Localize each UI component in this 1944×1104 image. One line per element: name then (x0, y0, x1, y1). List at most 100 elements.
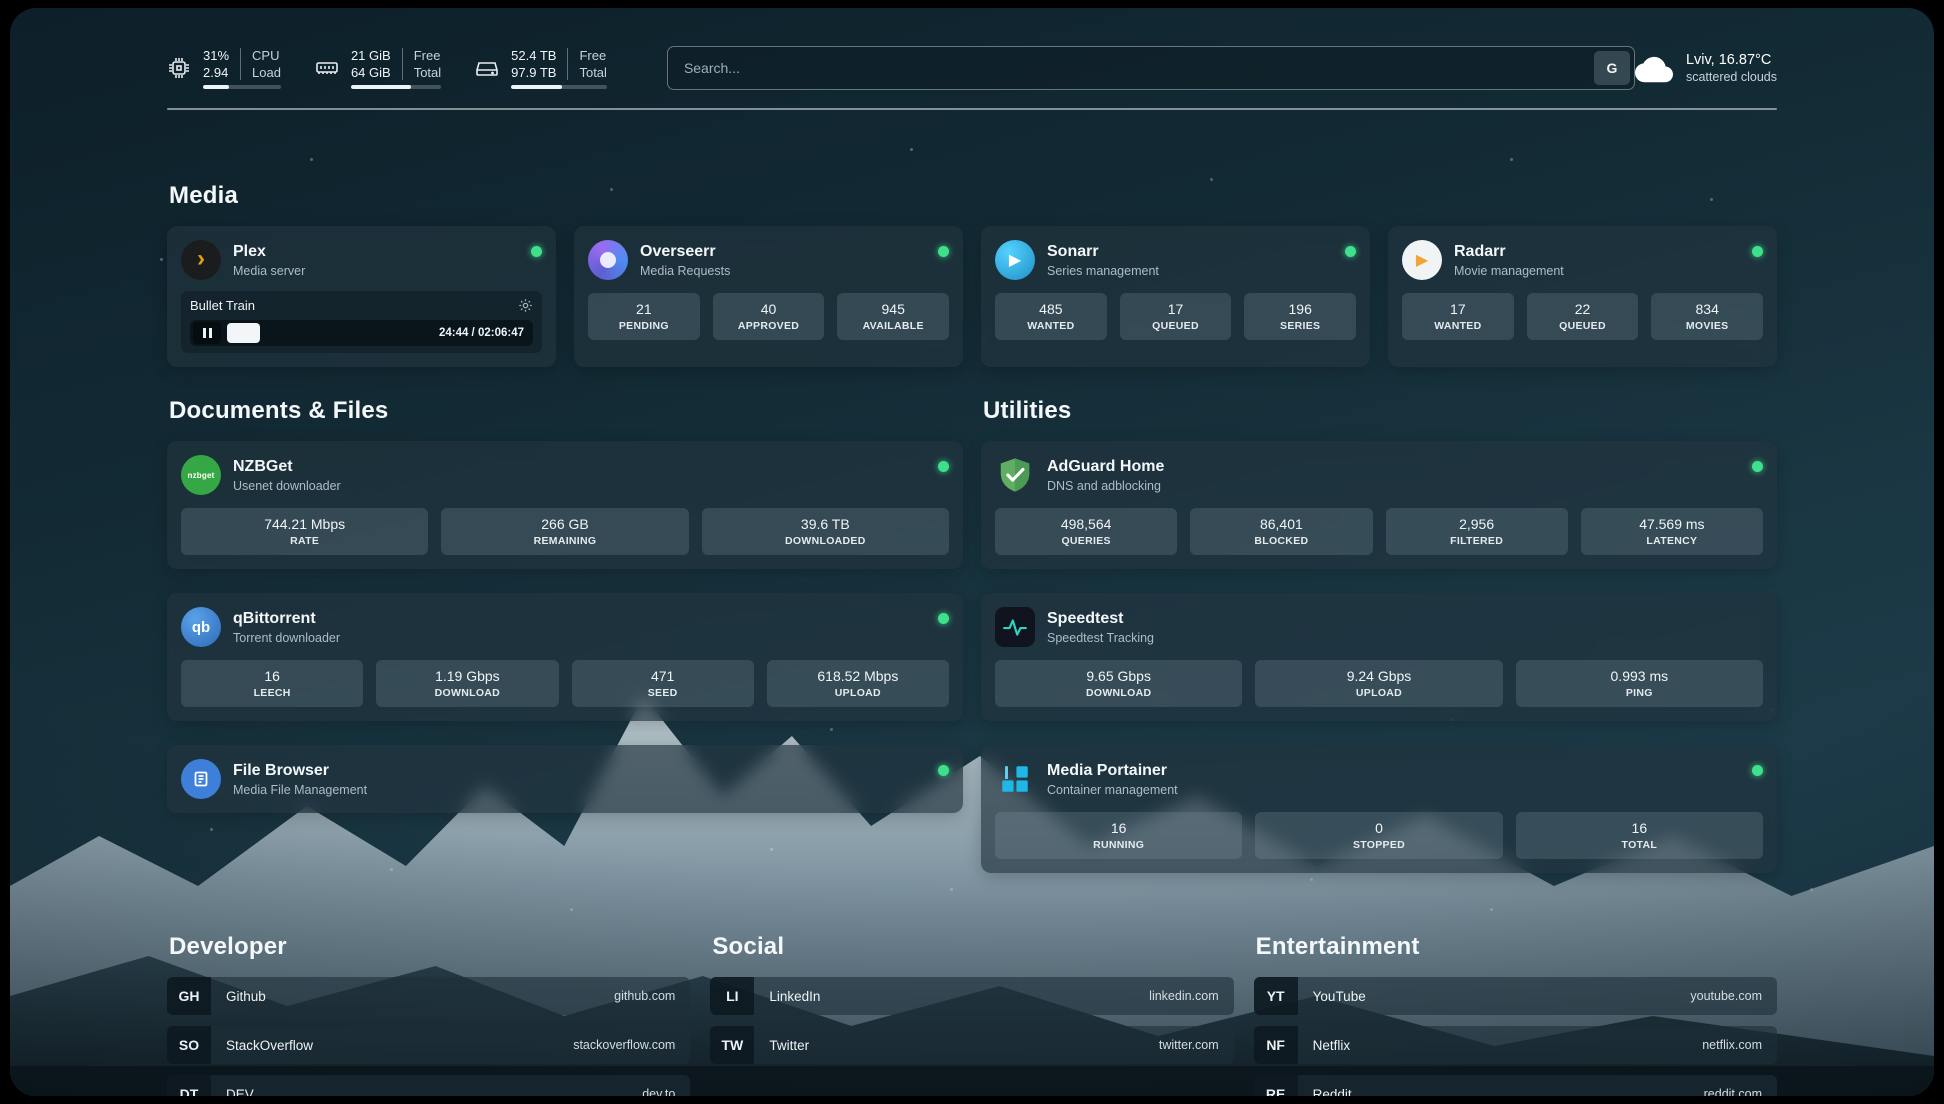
app-card-sonarr[interactable]: ▶ Sonarr Series management 485WANTED 17Q… (981, 226, 1370, 367)
plex-glyph: › (197, 247, 205, 271)
app-card-nzbget[interactable]: nzbget NZBGet Usenet downloader 744.21 M… (167, 441, 963, 569)
app-card-plex[interactable]: › Plex Media server Bullet Train (167, 226, 556, 367)
disk-free-value: 52.4 TB (511, 48, 556, 63)
ram-label-free: Free (414, 48, 441, 63)
speedtest-icon (995, 607, 1035, 647)
disk-icon (475, 56, 499, 80)
bookmark-url: youtube.com (1690, 989, 1762, 1003)
plex-now-playing: Bullet Train (181, 291, 542, 353)
stat-upload: 9.24 GbpsUPLOAD (1255, 660, 1502, 707)
stat-wanted: 485WANTED (995, 293, 1107, 340)
stat-leech: 16LEECH (181, 660, 363, 707)
playback-time: 24:44 / 02:06:47 (439, 327, 531, 339)
bookmark-url: reddit.com (1704, 1087, 1762, 1096)
bookmark-reddit[interactable]: RE Reddit reddit.com (1254, 1075, 1777, 1096)
bookmark-name: Netflix (1313, 1038, 1351, 1053)
bookmark-netflix[interactable]: NF Netflix netflix.com (1254, 1026, 1777, 1064)
gear-icon[interactable] (518, 298, 533, 313)
app-name: NZBGet (233, 458, 341, 476)
app-name: Plex (233, 243, 305, 261)
qbittorrent-icon: qb (181, 607, 221, 647)
stat-download: 9.65 GbpsDOWNLOAD (995, 660, 1242, 707)
app-card-adguard[interactable]: AdGuard Home DNS and adblocking 498,564Q… (981, 441, 1777, 569)
search-input[interactable] (668, 60, 1590, 76)
bookmark-youtube[interactable]: YT YouTube youtube.com (1254, 977, 1777, 1015)
cpu-load-value: 2.94 (203, 65, 229, 80)
bookmark-url: linkedin.com (1149, 989, 1218, 1003)
section-utilities: Utilities AdGu (981, 397, 1777, 873)
stat-seed: 471SEED (572, 660, 754, 707)
section-developer: Developer GH Github github.com SO StackO… (167, 933, 690, 1096)
bookmark-name: StackOverflow (226, 1038, 313, 1053)
stat-running: 16RUNNING (995, 812, 1242, 859)
weather-condition: scattered clouds (1686, 70, 1777, 84)
stat-filtered: 2,956FILTERED (1386, 508, 1568, 555)
stat-remaining: 266 GBREMAINING (441, 508, 688, 555)
documents-section-title: Documents & Files (169, 397, 963, 425)
app-card-portainer[interactable]: Media Portainer Container management 16R… (981, 745, 1777, 873)
bookmark-url: netflix.com (1702, 1038, 1762, 1052)
search-engine-button[interactable]: G (1594, 51, 1630, 85)
pause-icon[interactable] (193, 322, 221, 344)
bookmark-url: dev.to (642, 1087, 675, 1096)
weather-location: Lviv, 16.87°C (1686, 52, 1777, 68)
app-card-filebrowser[interactable]: File Browser Media File Management (167, 745, 963, 813)
bookmark-github[interactable]: GH Github github.com (167, 977, 690, 1015)
bookmark-url: twitter.com (1159, 1038, 1219, 1052)
app-card-qbittorrent[interactable]: qb qBittorrent Torrent downloader 16LEEC… (167, 593, 963, 721)
radarr-icon: ▶ (1402, 240, 1442, 280)
social-section-title: Social (712, 933, 1233, 961)
search-bar[interactable]: G (667, 46, 1635, 90)
dev-abbr-icon: DT (167, 1075, 211, 1096)
bookmark-twitter[interactable]: TW Twitter twitter.com (710, 1026, 1233, 1064)
status-dot (1752, 461, 1763, 472)
bookmark-name: Github (226, 989, 266, 1004)
progress-track[interactable] (227, 323, 433, 343)
stat-blocked: 86,401BLOCKED (1190, 508, 1372, 555)
bookmark-linkedin[interactable]: LI LinkedIn linkedin.com (710, 977, 1233, 1015)
app-desc: Movie management (1454, 264, 1564, 278)
ram-usage-bar (351, 85, 441, 89)
cpu-label-bottom: Load (252, 65, 281, 80)
app-desc: DNS and adblocking (1047, 479, 1164, 493)
bookmark-dev[interactable]: DT DEV dev.to (167, 1075, 690, 1096)
bookmark-name: YouTube (1313, 989, 1366, 1004)
nzbget-icon: nzbget (181, 455, 221, 495)
status-dot (938, 613, 949, 624)
linkedin-abbr-icon: LI (710, 977, 754, 1015)
status-dot (1345, 246, 1356, 257)
cloud-icon (1635, 53, 1673, 83)
reddit-abbr-icon: RE (1254, 1075, 1298, 1096)
media-section-title: Media (169, 182, 1777, 210)
stat-latency: 47.569 msLATENCY (1581, 508, 1763, 555)
ram-widget: 21 GiB 64 GiB Free Total (315, 48, 441, 89)
app-card-speedtest[interactable]: Speedtest Speedtest Tracking 9.65 GbpsDO… (981, 593, 1777, 721)
progress-fill (227, 323, 260, 343)
bookmark-name: Reddit (1313, 1087, 1352, 1097)
youtube-abbr-icon: YT (1254, 977, 1298, 1015)
stat-upload: 618.52 MbpsUPLOAD (767, 660, 949, 707)
sonarr-glyph: ▶ (1009, 250, 1021, 270)
playback-progress[interactable]: 24:44 / 02:06:47 (190, 320, 533, 346)
stat-stopped: 0STOPPED (1255, 812, 1502, 859)
app-card-overseerr[interactable]: Overseerr Media Requests 21PENDING 40APP… (574, 226, 963, 367)
bookmark-stackoverflow[interactable]: SO StackOverflow stackoverflow.com (167, 1026, 690, 1064)
cpu-percent: 31% (203, 48, 229, 63)
app-card-radarr[interactable]: ▶ Radarr Movie management 17WANTED 22QUE… (1388, 226, 1777, 367)
now-playing-title: Bullet Train (190, 298, 255, 313)
section-media: Media › Plex Media server Bullet Train (167, 182, 1777, 367)
app-desc: Media File Management (233, 783, 367, 797)
sonarr-icon: ▶ (995, 240, 1035, 280)
app-desc: Media Requests (640, 264, 730, 278)
portainer-icon (995, 759, 1035, 799)
stackoverflow-abbr-icon: SO (167, 1026, 211, 1064)
app-name: Media Portainer (1047, 762, 1178, 780)
stat-pending: 21PENDING (588, 293, 700, 340)
status-dot (938, 246, 949, 257)
app-desc: Container management (1047, 783, 1178, 797)
qbittorrent-glyph: qb (192, 619, 210, 636)
disk-label-free: Free (579, 48, 606, 63)
stat-series: 196SERIES (1244, 293, 1356, 340)
cpu-usage-bar (203, 85, 281, 89)
app-name: File Browser (233, 762, 367, 780)
